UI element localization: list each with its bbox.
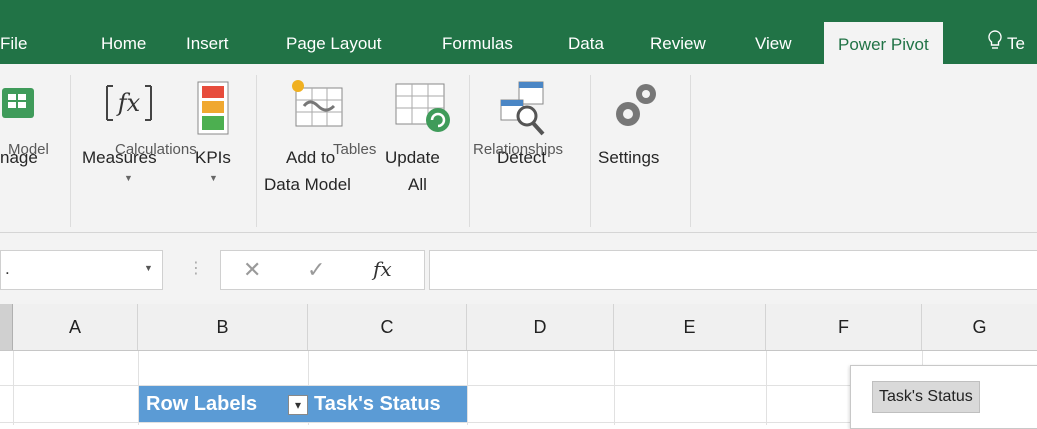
measures-button[interactable]: fx [103, 82, 155, 129]
column-header-c[interactable]: C [308, 304, 467, 350]
column-gridline [766, 351, 767, 425]
add-to-label-line1: Add to [286, 148, 336, 167]
row-labels-filter-button[interactable]: ▾ [288, 395, 308, 415]
name-box[interactable]: . ▼ [0, 250, 163, 290]
update-label-line1: Update [385, 148, 440, 167]
group-separator [590, 75, 591, 227]
settings-button[interactable] [612, 76, 664, 143]
column-gridline [614, 351, 615, 425]
tab-formulas[interactable]: Formulas [442, 0, 513, 64]
group-separator [690, 75, 691, 227]
tab-file[interactable]: File [0, 0, 27, 64]
measures-dropdown-arrow[interactable]: ▼ [124, 173, 133, 183]
kpis-button[interactable] [196, 80, 230, 141]
group-label-tables: Tables [333, 141, 377, 158]
cancel-icon[interactable]: ✕ [243, 257, 261, 283]
tab-review[interactable]: Review [650, 0, 706, 64]
detect-button[interactable] [497, 78, 555, 145]
slicer-title[interactable]: Task's Status [872, 381, 980, 413]
update-label-line2: All [408, 175, 427, 194]
pivot-task-status-header[interactable]: Task's Status [308, 386, 467, 422]
formula-buttons: ✕ ✓ fx [220, 250, 425, 290]
name-box-dropdown-arrow[interactable]: ▼ [144, 263, 153, 273]
manage-button[interactable] [0, 82, 40, 127]
refresh-table-icon [395, 83, 450, 132]
formula-bar-splitter[interactable]: ⋮ [188, 258, 204, 278]
group-separator [70, 75, 71, 227]
tab-view[interactable]: View [755, 0, 792, 64]
update-all-button[interactable] [392, 78, 454, 139]
column-header-d[interactable]: D [467, 304, 614, 350]
tab-data[interactable]: Data [568, 0, 604, 64]
tell-me-label: Te [1007, 34, 1025, 53]
insert-function-icon[interactable]: fx [373, 257, 392, 281]
group-separator [469, 75, 470, 227]
group-label-calculations: Calculations [115, 141, 197, 158]
add-to-label-line2: Data Model [264, 175, 351, 194]
group-separator [256, 75, 257, 227]
settings-label: Settings [598, 148, 660, 167]
column-gridline [13, 351, 14, 425]
name-box-value: . [5, 259, 10, 278]
add-table-link-icon [292, 80, 343, 127]
kpi-icon [197, 81, 229, 135]
gear-icon [616, 84, 656, 126]
column-header-f[interactable]: F [766, 304, 922, 350]
column-header-g[interactable]: G [922, 304, 1037, 350]
tab-home[interactable]: Home [101, 0, 146, 64]
function-fx-icon: fx [106, 85, 152, 121]
column-header-b[interactable]: B [138, 304, 308, 350]
ribbon-tab-bar: File Home Insert Page Layout Formulas Da… [0, 0, 1037, 64]
svg-text:fx: fx [116, 89, 141, 117]
pivot-row-labels: Row Labels [146, 393, 258, 415]
formula-input[interactable] [429, 250, 1037, 290]
detect-relationships-icon [500, 81, 545, 136]
tab-power-pivot[interactable]: Power Pivot [824, 22, 943, 64]
group-label-model: Model [8, 141, 49, 158]
column-header-e[interactable]: E [614, 304, 766, 350]
add-to-data-model-button[interactable] [290, 78, 348, 135]
kpis-label: KPIs [195, 148, 231, 167]
tab-page-layout[interactable]: Page Layout [286, 0, 381, 64]
pivot-row-labels-cell[interactable]: Row Labels ▾ [139, 386, 308, 422]
tab-insert[interactable]: Insert [186, 0, 229, 64]
kpis-dropdown-arrow[interactable]: ▼ [209, 173, 218, 183]
group-label-relationships: Relationships [473, 141, 564, 158]
tab-tell-me[interactable]: Te [987, 0, 1025, 64]
select-all-corner[interactable] [0, 304, 13, 350]
lightbulb-icon [988, 30, 1002, 49]
enter-icon[interactable]: ✓ [307, 257, 325, 283]
column-gridline [467, 351, 468, 425]
column-header-a[interactable]: A [13, 304, 138, 350]
column-headers: A B C D E F G [0, 304, 1037, 351]
manage-icon [2, 88, 34, 118]
